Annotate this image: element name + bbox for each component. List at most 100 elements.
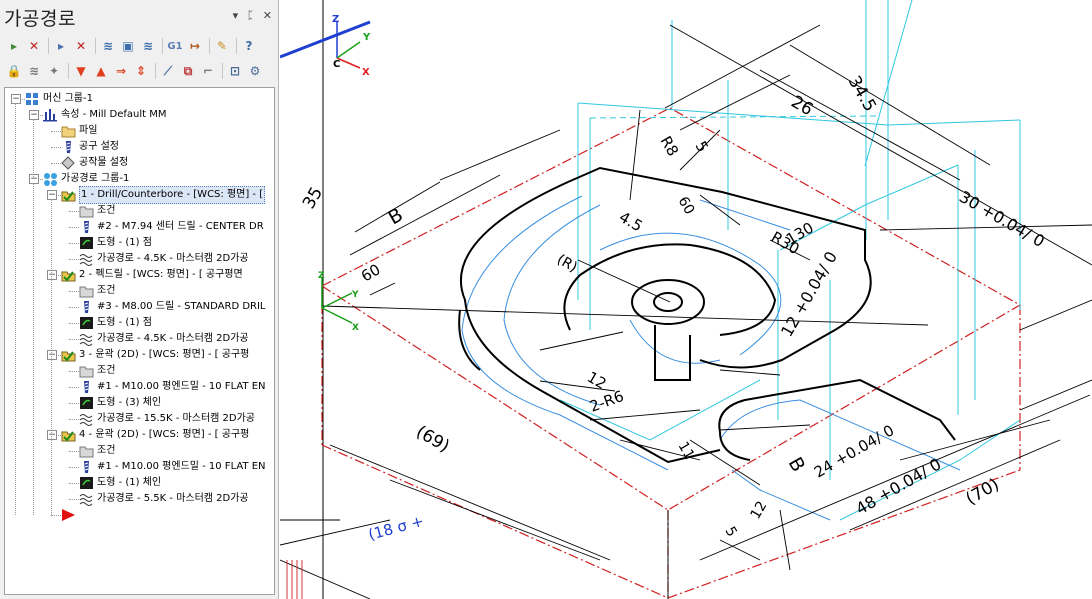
toggle-post-icon[interactable]: ✦: [45, 62, 63, 80]
tool-setup-icon: [61, 140, 76, 154]
triad-y-label: Y: [362, 32, 371, 43]
tree-node-label: 도형 - (1) 점: [97, 237, 152, 248]
tree-node-label: 조건: [97, 445, 116, 456]
toolbar-row-1: ▸ ✕ ▸ ✕ ≋ ▣ ≋ G1 ↦ ✎?: [5, 36, 260, 56]
tree-connector: [69, 371, 79, 372]
tree-node[interactable]: 2 - 펙드릴 - [WCS: 평면] - [ 공구평면: [61, 267, 243, 283]
panel-menu-button[interactable]: ▾: [233, 9, 239, 22]
toolbar-separator: [209, 38, 210, 54]
options-icon[interactable]: ⚙: [246, 62, 264, 80]
collapse-toggle[interactable]: −: [29, 174, 39, 184]
tree-node[interactable]: 1 - Drill/Counterbore - [WCS: 평면] - [: [61, 186, 266, 204]
expand-icon[interactable]: ⟋: [159, 62, 177, 80]
backplot-icon[interactable]: ≋: [99, 37, 117, 55]
operation-folder-icon: [61, 188, 76, 202]
regen-dirty-icon[interactable]: ✕: [72, 37, 90, 55]
post-selected-icon[interactable]: G1: [166, 37, 184, 55]
tree-node[interactable]: 조건: [79, 443, 115, 459]
tree-connector: [69, 291, 79, 292]
toolpath-icon: [79, 492, 94, 506]
tree-connector: [51, 163, 61, 164]
regen-selected-icon[interactable]: ▸: [52, 37, 70, 55]
tree-node[interactable]: 가공경로 - 4.5K - 마스터캠 2D가공: [79, 251, 249, 267]
tree-node[interactable]: 파일: [61, 123, 97, 139]
tree-node[interactable]: 가공경로 - 15.5K - 마스터캠 2D가공: [79, 411, 255, 427]
parameters-icon: [79, 284, 94, 298]
tree-connector: [69, 243, 79, 244]
tool-icon: [79, 460, 94, 474]
toolbar-separator: [222, 63, 223, 79]
collapse-toggle[interactable]: −: [47, 190, 57, 200]
panel-close-button[interactable]: ✕: [263, 9, 272, 22]
highfeed-icon[interactable]: ↦: [186, 37, 204, 55]
tree-connector: [69, 403, 79, 404]
move-up-icon[interactable]: ▲: [92, 62, 110, 80]
collapse-toggle[interactable]: −: [47, 350, 57, 360]
dim-30-tol: 30 +0.04/ 0: [956, 187, 1048, 251]
tree-node[interactable]: 조건: [79, 363, 115, 379]
lock-icon[interactable]: 🔒: [5, 62, 23, 80]
tree-node[interactable]: 3 - 윤곽 (2D) - [WCS: 평면] - [ 공구평: [61, 347, 249, 363]
toolbar-row-2: 🔒 ≋ ✦ ▼ ▲ ⇒ ⇕ ⟋ ⧉ ⌐ ⊡ ⚙: [5, 61, 266, 81]
tree-node[interactable]: 4 - 윤곽 (2D) - [WCS: 평면] - [ 공구평: [61, 427, 249, 443]
delete-ops-icon[interactable]: ✎: [213, 37, 231, 55]
tree-connector: [69, 387, 79, 388]
toggle-display-icon[interactable]: ≋: [25, 62, 43, 80]
simulate-icon[interactable]: ≋: [139, 37, 157, 55]
tool-icon: [79, 380, 94, 394]
tree-node-label: 조건: [97, 285, 116, 296]
tree-node[interactable]: 조건: [79, 203, 115, 219]
panel-title: 가공경로: [4, 8, 76, 30]
tree-node[interactable]: 조건: [79, 283, 115, 299]
tree-node-label: 속성 - Mill Default MM: [61, 109, 167, 120]
toolbar-separator: [236, 38, 237, 54]
tree-node[interactable]: 머신 그룹-1: [25, 91, 93, 107]
tree-node[interactable]: #3 - M8.00 드릴 - STANDARD DRIL: [79, 299, 266, 315]
tree-node[interactable]: 가공경로 - 4.5K - 마스터캠 2D가공: [79, 331, 249, 347]
deselect-ops-icon[interactable]: ✕: [25, 37, 43, 55]
operation-folder-icon: [61, 428, 76, 442]
triad-x-label: X: [362, 67, 370, 78]
dim-24-tol: 24 +0.04/ 0: [811, 421, 897, 481]
view-icon[interactable]: ⌐: [199, 62, 217, 80]
tree-node[interactable]: 속성 - Mill Default MM: [43, 107, 166, 123]
tree-node[interactable]: 도형 - (1) 점: [79, 235, 152, 251]
collapse-toggle[interactable]: −: [47, 270, 57, 280]
scroll-icon[interactable]: ⇕: [132, 62, 150, 80]
tree-node[interactable]: #1 - M10.00 평엔드밀 - 10 FLAT EN: [79, 379, 266, 395]
collapse-icon[interactable]: ⧉: [179, 62, 197, 80]
toolbar-separator: [155, 63, 156, 79]
tree-node[interactable]: 공작물 설정: [61, 155, 128, 171]
drawing-canvas[interactable]: Z Y X C Z Y X 34.5 26 R8 5 4.5 60 B 35 (…: [280, 0, 1092, 599]
tree-node[interactable]: 도형 - (3) 체인: [79, 395, 161, 411]
tree-node-label: 가공경로 - 15.5K - 마스터캠 2D가공: [97, 413, 255, 424]
help-icon[interactable]: ?: [240, 37, 258, 55]
tree-node[interactable]: #2 - M7.94 센터 드릴 - CENTER DR: [79, 219, 264, 235]
tree-node[interactable]: 도형 - (1) 체인: [79, 475, 161, 491]
dim-12-b: 12: [748, 499, 771, 522]
verify-icon[interactable]: ▣: [119, 37, 137, 55]
insert-arrow-icon[interactable]: ⇒: [112, 62, 130, 80]
tree-node[interactable]: [61, 507, 76, 523]
tree-node-label: 가공경로 그룹-1: [61, 173, 130, 184]
select-all-ops-icon[interactable]: ▸: [5, 37, 23, 55]
tree-connector: [69, 339, 79, 340]
dim-70: (70): [963, 475, 1003, 510]
tree-node[interactable]: 도형 - (1) 점: [79, 315, 152, 331]
tree-node[interactable]: #1 - M10.00 평엔드밀 - 10 FLAT EN: [79, 459, 266, 475]
collapse-toggle[interactable]: −: [29, 110, 39, 120]
tree-node[interactable]: 가공경로 - 5.5K - 마스터캠 2D가공: [79, 491, 249, 507]
panel-title-controls: ▾ ᛈ ✕: [233, 9, 272, 22]
tree-node[interactable]: 가공경로 그룹-1: [43, 171, 129, 187]
toolbar-separator: [48, 38, 49, 54]
panel-pin-button[interactable]: ᛈ: [247, 9, 254, 22]
stock-icon[interactable]: ⊡: [226, 62, 244, 80]
tree-connector: [51, 147, 61, 148]
geometry-icon: [79, 476, 94, 490]
graphics-viewport[interactable]: Z Y X C Z Y X 34.5 26 R8 5 4.5 60 B 35 (…: [280, 0, 1092, 599]
stock-setup-icon: [61, 156, 76, 170]
collapse-toggle[interactable]: −: [47, 430, 57, 440]
tree-node[interactable]: 공구 설정: [61, 139, 119, 155]
move-down-icon[interactable]: ▼: [72, 62, 90, 80]
collapse-toggle[interactable]: −: [11, 94, 21, 104]
